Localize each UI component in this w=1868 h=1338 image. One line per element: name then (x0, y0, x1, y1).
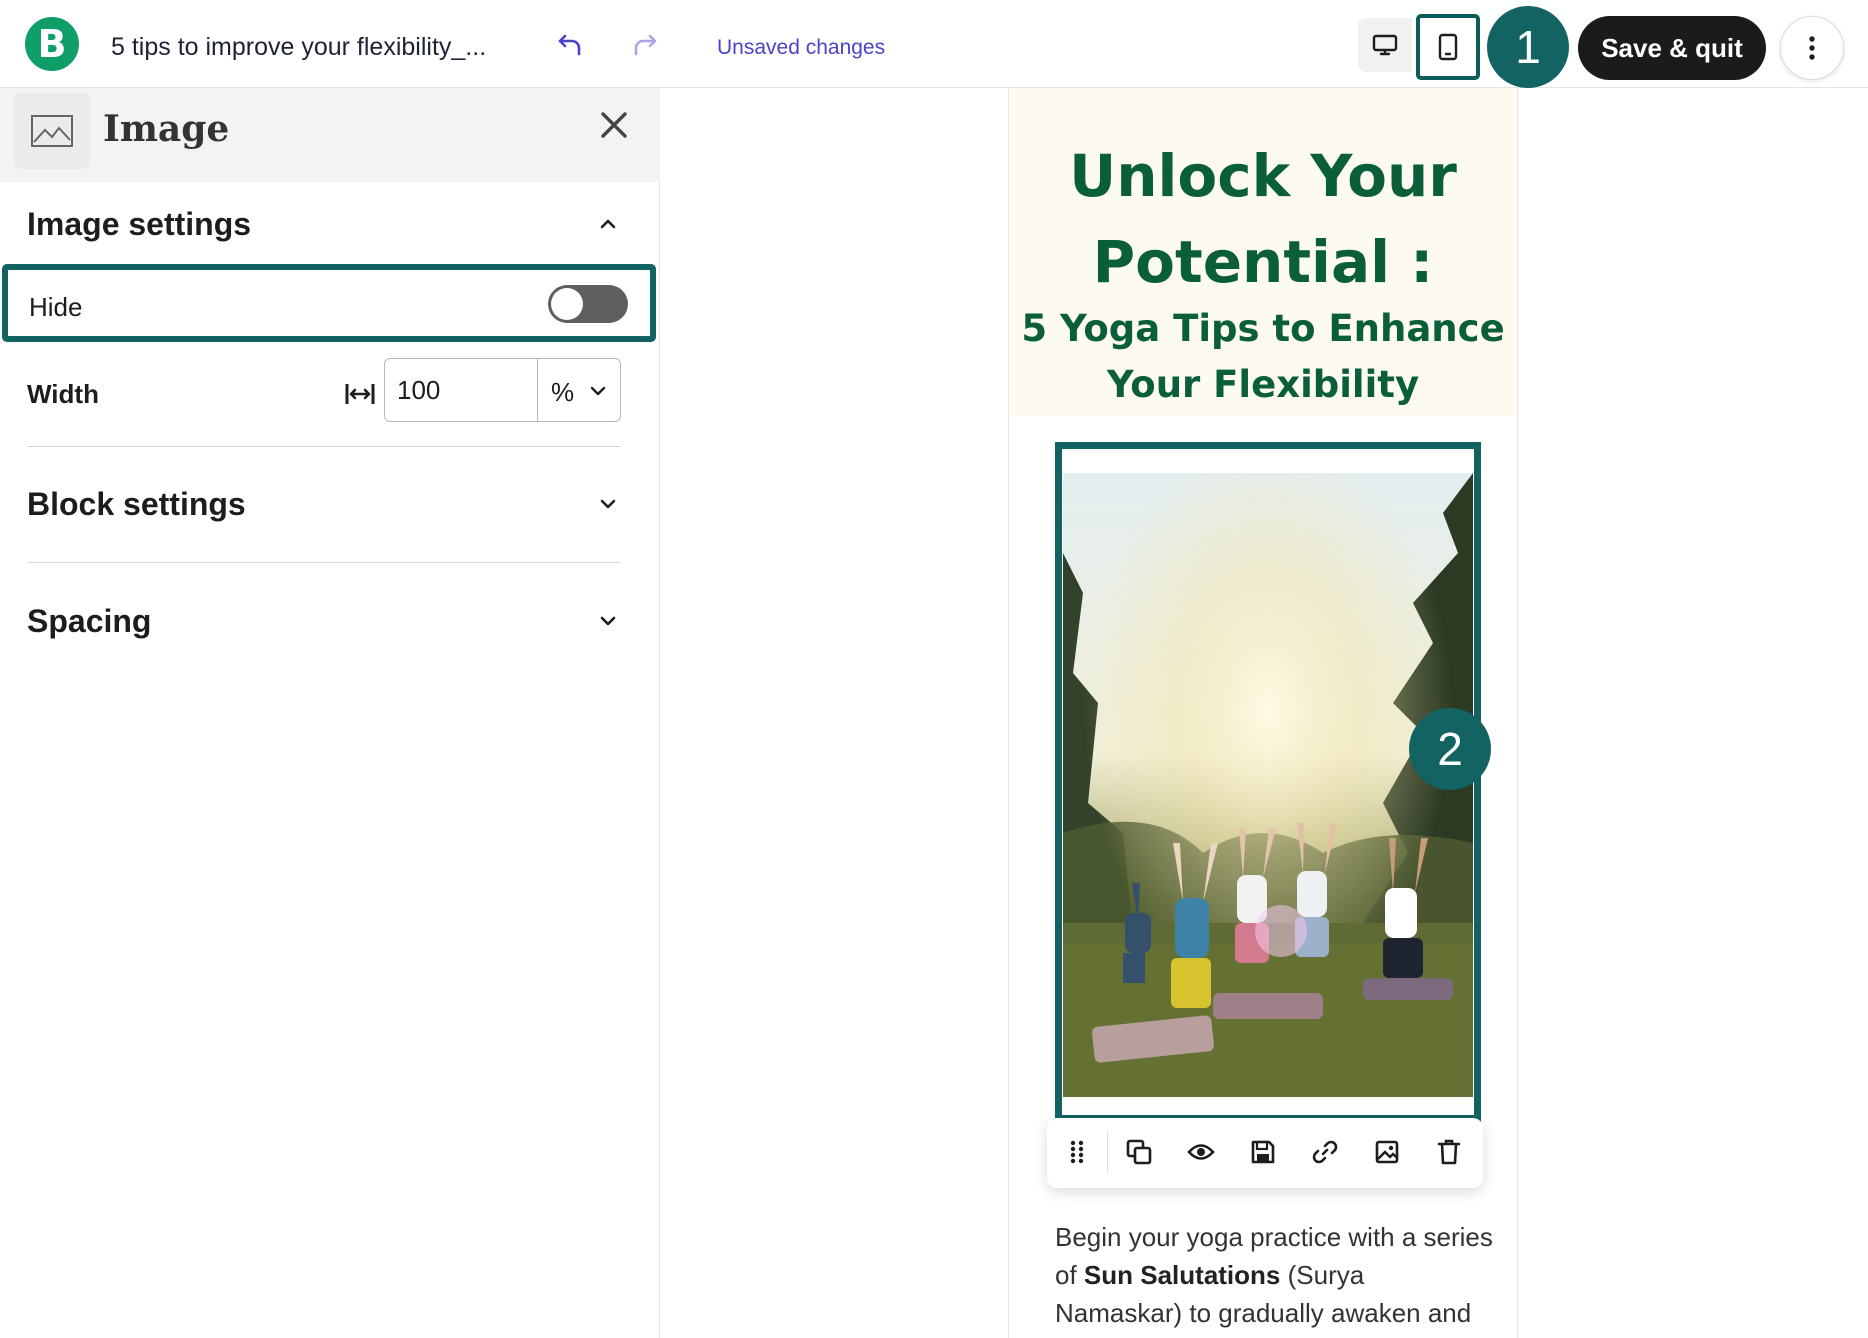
section-divider (27, 562, 621, 563)
panel-title: Image (103, 108, 230, 150)
top-bar: B 5 tips to improve your flexibility_...… (0, 0, 1868, 88)
toggle-knob (551, 288, 583, 320)
save-quit-button[interactable]: Save & quit (1578, 16, 1766, 80)
duplicate-icon[interactable] (1123, 1136, 1155, 1168)
width-input[interactable] (384, 358, 538, 422)
section-divider (27, 446, 621, 447)
brevo-logo[interactable]: B (25, 17, 79, 71)
width-arrows-icon (345, 384, 375, 404)
hide-toggle[interactable] (548, 285, 628, 323)
settings-panel: Image Image settings Hide 3 Width % Bloc… (0, 88, 746, 1338)
redo-icon[interactable] (630, 30, 660, 60)
more-vertical-icon (1809, 36, 1815, 60)
spacing-title[interactable]: Spacing (27, 603, 151, 640)
desktop-icon (1372, 34, 1398, 56)
email-preview: Unlock Your Potential : 5 Yoga Tips to E… (1008, 88, 1518, 1338)
subheadline[interactable]: 5 Yoga Tips to Enhance Your Flexibility (1009, 301, 1517, 413)
width-unit-value: % (551, 377, 575, 407)
step-marker-2: 2 (1409, 708, 1491, 790)
headline[interactable]: Unlock Your Potential : (1009, 133, 1517, 305)
close-icon[interactable] (597, 108, 631, 142)
image-block-toolbar (1047, 1118, 1483, 1188)
block-settings-title[interactable]: Block settings (27, 486, 246, 523)
width-unit-select[interactable]: % (537, 358, 621, 422)
hero-block[interactable]: Unlock Your Potential : 5 Yoga Tips to E… (1009, 88, 1517, 416)
yoga-photo[interactable] (1063, 473, 1473, 1097)
unsaved-status: Unsaved changes (717, 36, 886, 59)
document-title[interactable]: 5 tips to improve your flexibility_... (111, 33, 486, 62)
yoga-class-outdoor-image (1063, 473, 1473, 1097)
body-paragraph[interactable]: Begin your yoga practice with a series o… (1055, 1218, 1495, 1332)
drag-handle-icon[interactable] (1061, 1136, 1093, 1168)
hide-setting-row: Hide (2, 264, 656, 342)
body-text-bold: Sun Salutations (1083, 1260, 1281, 1290)
step-marker-1: 1 (1487, 6, 1569, 88)
more-options-button[interactable] (1780, 16, 1844, 80)
eye-icon[interactable] (1185, 1136, 1217, 1168)
trash-icon[interactable] (1433, 1136, 1465, 1168)
save-icon[interactable] (1247, 1136, 1279, 1168)
image-icon (31, 115, 73, 147)
selected-image-block[interactable] (1055, 442, 1481, 1122)
mobile-view-button[interactable] (1416, 14, 1480, 80)
toolbar-separator (1107, 1132, 1108, 1172)
chevron-up-icon[interactable] (597, 213, 619, 235)
desktop-view-button[interactable] (1358, 18, 1412, 72)
panel-header: Image (0, 88, 660, 182)
chevron-down-icon[interactable] (597, 493, 619, 515)
undo-icon[interactable] (555, 30, 585, 60)
image-settings-title[interactable]: Image settings (27, 206, 251, 243)
replace-image-icon[interactable] (1371, 1136, 1403, 1168)
email-canvas: Unlock Your Potential : 5 Yoga Tips to E… (660, 88, 1868, 1338)
mobile-icon (1438, 33, 1458, 61)
chevron-down-icon[interactable] (597, 610, 619, 632)
hide-label: Hide (29, 292, 83, 322)
chevron-down-icon (590, 386, 606, 396)
width-label: Width (27, 379, 99, 409)
link-icon[interactable] (1309, 1136, 1341, 1168)
image-block-icon-box (14, 93, 90, 169)
